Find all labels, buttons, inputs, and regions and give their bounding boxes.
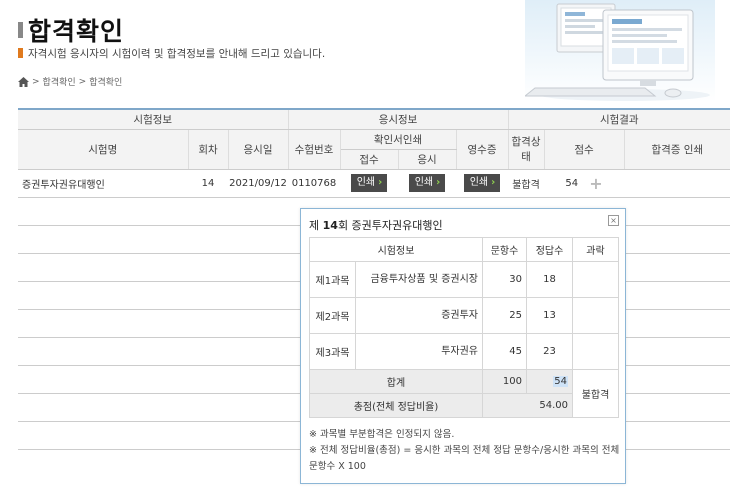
apply-print-cell: 인쇄 ›	[398, 169, 456, 198]
page-title: 합격확인	[28, 17, 125, 46]
breadcrumb-separator: >	[78, 76, 87, 87]
receipt-print-cell: 인쇄 ›	[340, 169, 398, 198]
payment-print-cell: 인쇄 ›	[456, 169, 509, 198]
score-cell: 54 +	[544, 169, 625, 198]
popup-round: 14	[322, 219, 338, 232]
subject-questions: 25	[482, 297, 527, 334]
subject-questions: 30	[482, 261, 527, 298]
subject-correct: 23	[526, 333, 573, 370]
receipt-print-button[interactable]: 인쇄 ›	[350, 174, 388, 192]
table-row: 증권투자권유대행인 14 2021/09/12 0110768 인쇄 › 인쇄 › …	[18, 169, 731, 198]
exam-name-cell: 증권투자권유대행인	[18, 169, 188, 198]
score-value: 54	[565, 177, 579, 189]
subject-name: 증권투자	[355, 297, 483, 334]
col-fail: 과락	[572, 237, 619, 262]
overall-value: 54.00	[482, 393, 573, 418]
close-icon[interactable]: ×	[608, 215, 619, 226]
col-exam-name: 시험명	[18, 129, 189, 170]
overall-row: 총점(전체 정답비율) 54.00	[309, 393, 619, 418]
col-pass-status: 합격상태	[507, 129, 545, 170]
col-questions: 문항수	[482, 237, 527, 262]
total-correct-cell: 54	[526, 369, 573, 394]
subject-name: 투자권유	[355, 333, 483, 370]
home-icon[interactable]	[18, 76, 29, 87]
subject-row: 제3과목 투자권유 45 23	[309, 333, 619, 370]
breadcrumb-item[interactable]: 합격확인	[89, 75, 122, 88]
subject-code: 제2과목	[309, 297, 356, 334]
col-apply: 응시	[397, 149, 457, 170]
subject-correct: 18	[526, 261, 573, 298]
breadcrumb: > 합격확인 > 합격확인	[18, 75, 122, 88]
plus-icon[interactable]: +	[589, 174, 602, 193]
popup-title: 제 14회 증권투자권유대행인	[309, 219, 443, 232]
subject-score-table: 시험정보 문항수 정답수 과락 제1과목 금융투자상품 및 증권시장 30 18…	[309, 237, 619, 418]
total-correct: 54	[553, 376, 568, 387]
note-item: ※ 전체 정답비율(총점) = 응시한 과목의 전체 정답 문항수/응시한 과목…	[309, 445, 620, 472]
note-item: ※ 과목별 부분합격은 인정되지 않음.	[309, 429, 455, 440]
subject-code: 제3과목	[309, 333, 356, 370]
total-row: 합계 100 54 불합격	[309, 369, 619, 418]
total-questions: 100	[482, 369, 527, 394]
status-cell: 불합격	[508, 169, 545, 198]
col-exam-no: 수험번호	[287, 129, 341, 170]
payment-print-button[interactable]: 인쇄 ›	[463, 174, 501, 192]
subject-correct: 13	[526, 297, 573, 334]
subject-fail	[572, 333, 619, 370]
col-correct: 정답수	[526, 237, 573, 262]
result-status: 불합격	[572, 369, 619, 418]
col-exam-date: 응시일	[227, 129, 289, 170]
computer-illustration	[523, 0, 715, 102]
subject-name: 금융투자상품 및 증권시장	[355, 261, 483, 298]
title-bar-decoration	[18, 22, 23, 38]
apply-print-button[interactable]: 인쇄 ›	[408, 174, 446, 192]
subject-fail	[572, 261, 619, 298]
popup-notes: ※ 과목별 부분합격은 인정되지 않음. ※ 전체 정답비율(총점) = 응시한…	[309, 427, 621, 475]
subject-code: 제1과목	[309, 261, 356, 298]
subtitle-marker	[18, 48, 23, 58]
subject-questions: 45	[482, 333, 527, 370]
subject-row: 제2과목 증권투자 25 13	[309, 297, 619, 334]
breadcrumb-separator: >	[32, 76, 40, 87]
col-score: 점수	[543, 129, 625, 170]
score-detail-popup: 제 14회 증권투자권유대행인 × 시험정보 문항수 정답수 과락 제1과목 금…	[300, 208, 626, 484]
col-confirm-print: 확인서인쇄	[339, 129, 457, 150]
col-round: 회차	[187, 129, 229, 170]
subject-row: 제1과목 금융투자상품 및 증권시장 30 18	[309, 261, 619, 298]
round-cell: 14	[188, 169, 228, 198]
cert-print-cell	[624, 169, 731, 198]
overall-label: 총점(전체 정답비율)	[309, 393, 483, 418]
group-apply-info: 응시정보	[287, 108, 509, 130]
page-subtitle: 자격시험 응시자의 시험이력 및 합격정보를 안내해 드리고 있습니다.	[28, 48, 326, 60]
col-receipt: 접수	[339, 149, 399, 170]
exam-date-cell: 2021/09/12	[228, 169, 288, 198]
col-cert-print: 합격증 인쇄	[623, 129, 731, 170]
exam-no-cell: 0110768	[288, 169, 340, 198]
col-receipt-payment: 영수증	[455, 129, 509, 170]
subject-fail	[572, 297, 619, 334]
col-subject: 시험정보	[309, 237, 483, 262]
total-label: 합계	[309, 369, 483, 394]
group-exam-info: 시험정보	[18, 108, 289, 130]
breadcrumb-item[interactable]: 합격확인	[43, 75, 76, 88]
group-result: 시험결과	[507, 108, 731, 130]
